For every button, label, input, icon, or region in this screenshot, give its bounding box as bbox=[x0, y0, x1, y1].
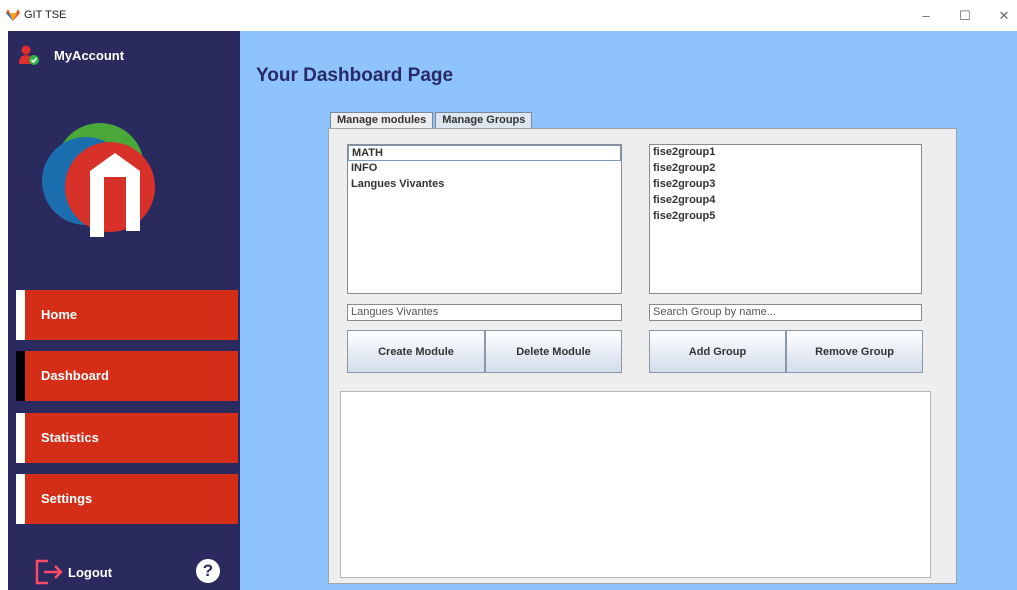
list-item[interactable]: Langues Vivantes bbox=[348, 177, 621, 193]
nav-marker bbox=[16, 413, 25, 463]
nav-marker-active bbox=[16, 351, 25, 401]
title-bar: GIT TSE – ☐ ✕ bbox=[0, 0, 1017, 31]
logout-label: Logout bbox=[68, 564, 113, 580]
main-content: Your Dashboard Page Manage modules Manag… bbox=[240, 31, 1017, 590]
nav-marker bbox=[16, 474, 25, 524]
nav-statistics-label: Statistics bbox=[41, 430, 99, 445]
list-item[interactable]: fise2group4 bbox=[650, 193, 921, 209]
list-item[interactable]: fise2group1 bbox=[650, 145, 921, 161]
list-item[interactable]: MATH bbox=[348, 145, 621, 161]
nav-dashboard[interactable]: Dashboard bbox=[16, 351, 238, 401]
groups-list[interactable]: fise2group1 fise2group2 fise2group3 fise… bbox=[649, 144, 922, 294]
remove-group-button[interactable]: Remove Group bbox=[786, 330, 923, 373]
nav-settings[interactable]: Settings bbox=[16, 474, 238, 524]
create-module-button[interactable]: Create Module bbox=[347, 330, 485, 373]
maximize-button[interactable]: ☐ bbox=[947, 0, 983, 31]
list-item[interactable]: fise2group2 bbox=[650, 161, 921, 177]
nav-statistics[interactable]: Statistics bbox=[16, 413, 238, 463]
list-item[interactable]: INFO bbox=[348, 161, 621, 177]
nav-home-label: Home bbox=[41, 307, 78, 322]
tab-panel: MATH INFO Langues Vivantes fise2group1 f… bbox=[328, 128, 957, 584]
page-title: Your Dashboard Page bbox=[256, 65, 454, 86]
account-label: MyAccount bbox=[54, 47, 125, 63]
close-button[interactable]: ✕ bbox=[986, 0, 1017, 31]
modules-list[interactable]: MATH INFO Langues Vivantes bbox=[347, 144, 622, 294]
app-logo bbox=[42, 123, 155, 237]
nav-marker bbox=[16, 290, 25, 340]
list-item[interactable]: fise2group5 bbox=[650, 209, 921, 225]
nav-settings-label: Settings bbox=[41, 491, 93, 506]
app-icon bbox=[6, 9, 20, 21]
tab-bar: Manage modules Manage Groups bbox=[330, 112, 534, 130]
minimize-button[interactable]: – bbox=[908, 0, 944, 31]
nav-dashboard-label: Dashboard bbox=[41, 368, 109, 383]
tab-manage-groups[interactable]: Manage Groups bbox=[435, 112, 533, 129]
nav-home[interactable]: Home bbox=[16, 290, 238, 340]
my-account[interactable]: MyAccount bbox=[18, 43, 124, 67]
sidebar: MyAccount Home Dashboard Statistics Sett… bbox=[8, 31, 240, 590]
window-title: GIT TSE bbox=[24, 9, 67, 21]
list-item[interactable]: fise2group3 bbox=[650, 177, 921, 193]
module-name-input[interactable]: Langues Vivantes bbox=[347, 304, 622, 321]
group-search-input[interactable]: Search Group by name... bbox=[649, 304, 922, 321]
logout-icon bbox=[35, 559, 63, 585]
output-area[interactable] bbox=[340, 391, 931, 578]
delete-module-button[interactable]: Delete Module bbox=[485, 330, 622, 373]
logout-button[interactable]: Logout bbox=[34, 558, 112, 586]
add-group-button[interactable]: Add Group bbox=[649, 330, 786, 373]
user-check-icon bbox=[19, 45, 39, 65]
help-icon[interactable]: ? bbox=[196, 559, 220, 583]
